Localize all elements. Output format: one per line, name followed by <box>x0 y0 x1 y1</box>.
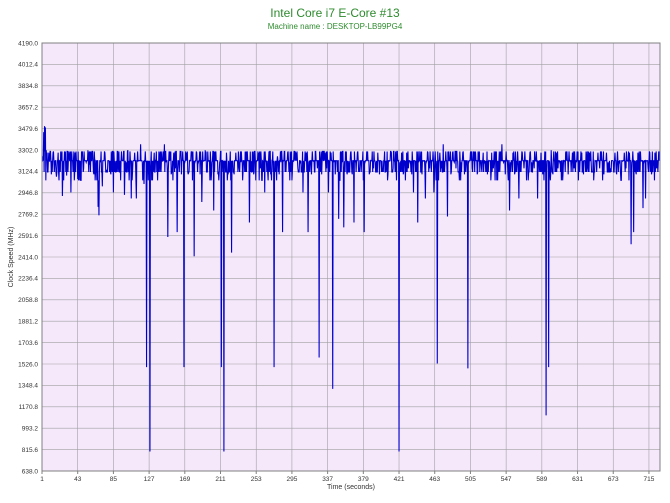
x-tick-label: 505 <box>465 476 476 483</box>
x-tick-label: 715 <box>644 476 655 483</box>
y-tick-label: 1170.8 <box>19 404 39 411</box>
x-axis-label: Time (seconds) <box>327 484 375 491</box>
y-tick-label: 2058.8 <box>18 297 38 304</box>
y-tick-label: 2236.4 <box>18 276 38 283</box>
y-tick-label: 1348.4 <box>18 383 38 390</box>
x-tick-label: 295 <box>286 476 297 483</box>
x-tick-label: 673 <box>608 476 619 483</box>
y-tick-label: 3657.2 <box>18 105 38 112</box>
x-tick-label: 337 <box>322 476 333 483</box>
y-tick-label: 3834.8 <box>18 83 38 90</box>
y-tick-label: 1881.2 <box>18 319 38 326</box>
y-tick-label: 2769.2 <box>18 212 38 219</box>
y-tick-label: 638.0 <box>22 468 39 475</box>
x-tick-label: 421 <box>394 476 405 483</box>
y-tick-label: 4190.0 <box>18 40 38 47</box>
y-axis-label: Clock Speed (MHz) <box>8 227 15 288</box>
y-tick-label: 3302.0 <box>18 147 38 154</box>
y-tick-label: 815.6 <box>22 447 39 454</box>
y-tick-label: 1526.0 <box>18 361 38 368</box>
x-tick-label: 463 <box>429 476 440 483</box>
y-tick-label: 3124.4 <box>18 169 38 176</box>
y-tick-label: 4012.4 <box>18 62 38 69</box>
x-tick-label: 85 <box>110 476 118 483</box>
x-tick-label: 547 <box>501 476 512 483</box>
x-tick-label: 169 <box>179 476 190 483</box>
x-tick-label: 631 <box>572 476 583 483</box>
x-tick-label: 253 <box>251 476 262 483</box>
y-tick-label: 2414.0 <box>18 254 38 261</box>
x-tick-label: 127 <box>144 476 155 483</box>
chart-area: 1 43 85 127 169 211 253 295 337 379 421 463 505 547 58… <box>8 40 661 491</box>
y-tick-label: 3479.6 <box>18 126 38 133</box>
x-tick-label: 43 <box>74 476 82 483</box>
x-tick-label: 589 <box>536 476 547 483</box>
y-tick-label: 993.2 <box>22 426 39 433</box>
x-tick-label: 1 <box>40 476 44 483</box>
y-tick-label: 2946.8 <box>18 190 38 197</box>
y-tick-label: 1703.6 <box>18 340 38 347</box>
x-tick-label: 211 <box>215 476 226 483</box>
x-tick-label: 379 <box>358 476 369 483</box>
y-tick-label: 2591.6 <box>18 233 38 240</box>
